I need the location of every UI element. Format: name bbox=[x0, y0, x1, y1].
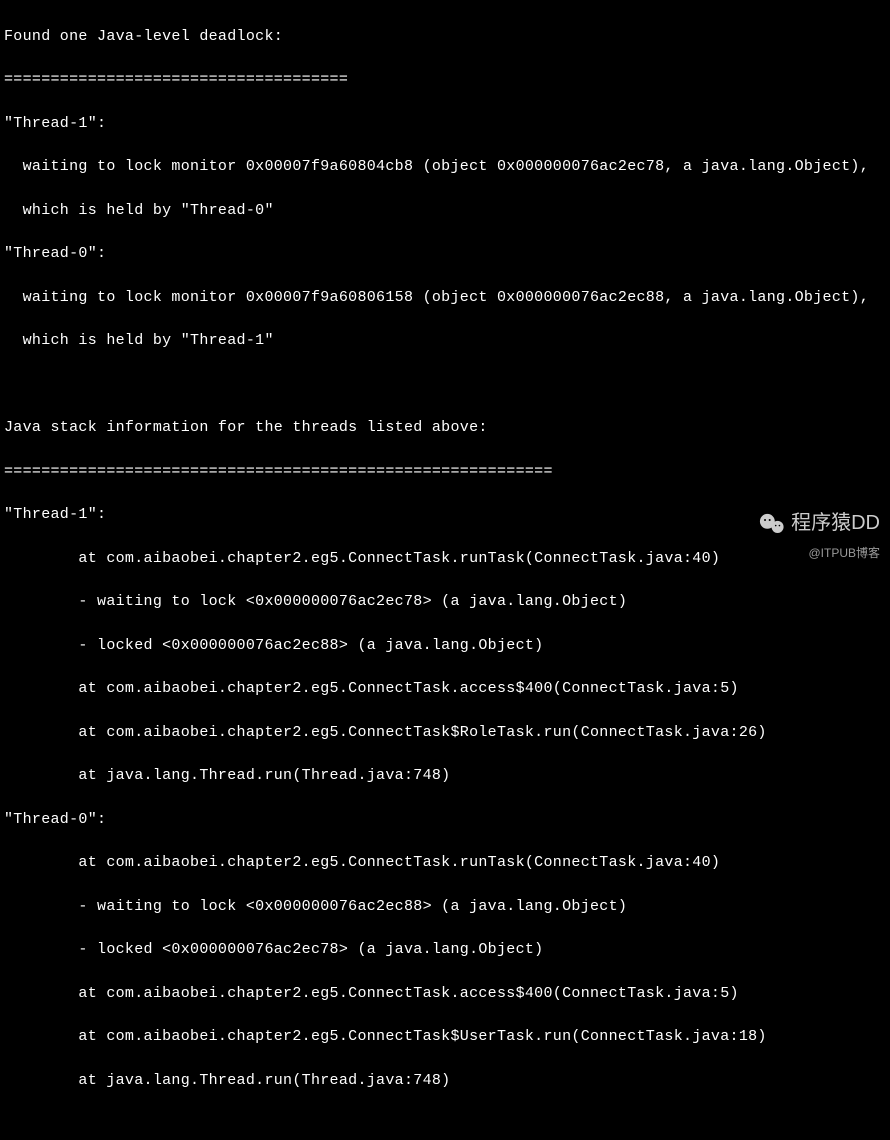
stack-thread-1-name: "Thread-1": bbox=[4, 504, 886, 526]
stack-thread-0-name: "Thread-0": bbox=[4, 809, 886, 831]
watermark-main: 程序猿DD bbox=[759, 509, 880, 538]
thread-1-waiting: waiting to lock monitor 0x00007f9a60804c… bbox=[4, 156, 886, 178]
stack-frame: - locked <0x000000076ac2ec78> (a java.la… bbox=[4, 939, 886, 961]
stack-frame: - waiting to lock <0x000000076ac2ec78> (… bbox=[4, 591, 886, 613]
thread-0-name: "Thread-0": bbox=[4, 243, 886, 265]
stack-frame: at com.aibaobei.chapter2.eg5.ConnectTask… bbox=[4, 548, 886, 570]
separator: ===================================== bbox=[4, 69, 886, 91]
stack-frame: - locked <0x000000076ac2ec88> (a java.la… bbox=[4, 635, 886, 657]
watermark-text: 程序猿DD bbox=[791, 509, 880, 538]
wechat-icon bbox=[759, 513, 785, 535]
stack-frame: at com.aibaobei.chapter2.eg5.ConnectTask… bbox=[4, 678, 886, 700]
thread-1-name: "Thread-1": bbox=[4, 113, 886, 135]
separator: ========================================… bbox=[4, 461, 886, 483]
terminal-output: Found one Java-level deadlock: =========… bbox=[4, 4, 886, 1140]
thread-1-heldby: which is held by "Thread-0" bbox=[4, 200, 886, 222]
blank-line bbox=[4, 374, 886, 396]
stack-frame: at com.aibaobei.chapter2.eg5.ConnectTask… bbox=[4, 722, 886, 744]
thread-0-heldby: which is held by "Thread-1" bbox=[4, 330, 886, 352]
stack-frame: at com.aibaobei.chapter2.eg5.ConnectTask… bbox=[4, 1026, 886, 1048]
watermark: 程序猿DD @ITPUB博客 bbox=[759, 509, 880, 562]
stack-frame: - waiting to lock <0x000000076ac2ec88> (… bbox=[4, 896, 886, 918]
blank-line bbox=[4, 1113, 886, 1135]
deadlock-header: Found one Java-level deadlock: bbox=[4, 26, 886, 48]
stack-frame: at com.aibaobei.chapter2.eg5.ConnectTask… bbox=[4, 852, 886, 874]
stack-header: Java stack information for the threads l… bbox=[4, 417, 886, 439]
watermark-subtext: @ITPUB博客 bbox=[759, 545, 880, 562]
stack-frame: at java.lang.Thread.run(Thread.java:748) bbox=[4, 1070, 886, 1092]
stack-frame: at com.aibaobei.chapter2.eg5.ConnectTask… bbox=[4, 983, 886, 1005]
thread-0-waiting: waiting to lock monitor 0x00007f9a608061… bbox=[4, 287, 886, 309]
stack-frame: at java.lang.Thread.run(Thread.java:748) bbox=[4, 765, 886, 787]
